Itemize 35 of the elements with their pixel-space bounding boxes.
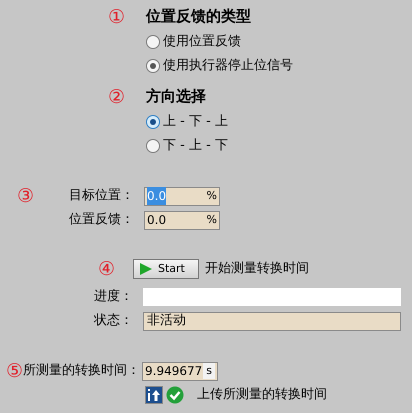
radio-button[interactable] [146,139,160,153]
field-value: 9.949677 [145,363,202,380]
number-field[interactable]: 0.0 % [144,186,220,206]
section-title: 方向选择 [146,86,207,107]
status-field: 非活动 [143,312,401,330]
field-value: 0.0 [147,187,166,205]
upload-button[interactable] [145,386,163,404]
field-label: 所测量的转换时间： [23,362,141,380]
field-label: 位置反馈： [68,211,135,230]
unit-label: s [203,362,215,380]
start-caption: 开始测量转换时间 [205,260,309,278]
radio-button[interactable] [146,35,160,49]
field-label: 状态： [92,312,133,330]
step-number: ④ [98,260,115,278]
step-number: ① [108,6,125,28]
number-field[interactable]: 0.0 % [144,210,220,230]
option-label: 上 - 下 - 上 [163,113,228,132]
step-number: ② [108,86,125,108]
step-number: ⑤ [6,362,23,380]
option-label: 下 - 上 - 下 [163,137,228,156]
unit-label: % [206,212,217,228]
field-label: 目标位置： [68,187,135,206]
field-label: 进度： [93,288,133,306]
unit-label: % [206,188,217,204]
upload-icon [147,388,161,402]
option-label: 使用位置反馈 [163,33,241,52]
section-title: 位置反馈的类型 [146,6,252,27]
step-number: ③ [17,186,34,206]
upload-caption: 上传所测量的转换时间 [197,386,327,404]
field-value: 0.0 [147,212,166,229]
radio-button[interactable] [146,59,160,73]
radio-button[interactable] [146,115,160,129]
option-label: 使用执行器停止位信号 [163,57,293,76]
play-icon [139,263,152,275]
start-button[interactable]: Start [133,259,199,279]
